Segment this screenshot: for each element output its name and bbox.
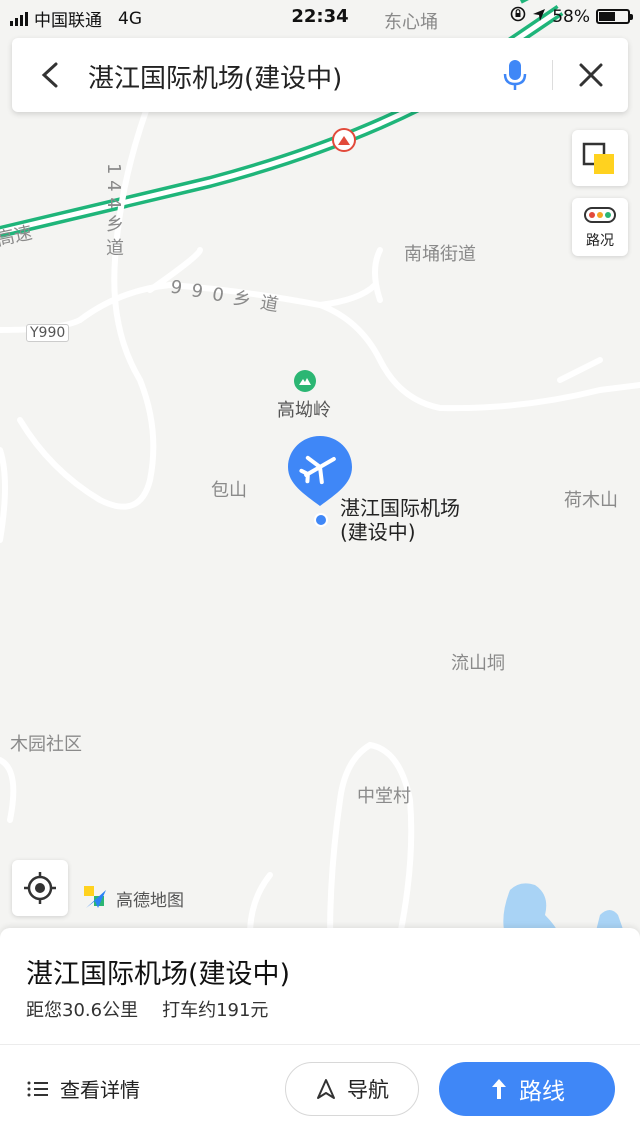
details-button[interactable]: 查看详情 [26,1074,140,1103]
my-location-button[interactable] [12,860,68,916]
voice-search-button[interactable] [500,56,530,94]
map-view[interactable]: 东心埇 1 4 4 乡 道 高速 南埇街道 9 9 0 乡 道 Y990 高坳岭… [0,0,640,935]
route-arrow-icon [492,1079,506,1099]
traffic-label: 路况 [586,233,614,249]
battery-percent: 58% [552,6,590,27]
map-label-gaoyouling[interactable]: 高坳岭 [277,396,331,422]
close-icon [579,63,603,87]
traffic-button[interactable]: 路况 [572,198,628,256]
search-bar[interactable]: 湛江国际机场(建设中) [12,38,628,112]
layers-icon [582,142,614,174]
amap-logo: 高德地图 [82,884,184,912]
route-label: 路线 [519,1079,565,1105]
map-label-zhongtang: 中堂村 [357,786,411,807]
map-label-liushandong: 流山垌 [451,653,505,674]
place-distance: 距您30.6公里 [26,1000,139,1021]
back-button[interactable] [32,56,70,94]
search-title[interactable]: 湛江国际机场(建设中) [88,58,342,95]
airport-label-line2: (建设中) [340,520,416,544]
map-label-baoshan: 包山 [211,480,247,501]
route-button[interactable]: 路线 [439,1062,615,1116]
place-name: 湛江国际机场(建设中) [26,959,291,990]
traffic-light-icon [584,207,616,223]
airport-label-line1: 湛江国际机场 [340,496,460,520]
chevron-left-icon [41,62,58,88]
place-taxi-fare: 打车约191元 [162,1000,269,1021]
map-label-muyuan: 木园社区 [10,734,82,755]
microphone-icon [503,60,527,90]
amap-brand-text: 高德地图 [116,890,184,911]
location-arrow-icon [532,7,546,27]
navigate-button[interactable]: 导航 [285,1062,419,1116]
orientation-lock-icon [510,6,526,27]
list-icon [27,1081,48,1096]
map-label-road-144: 1 4 4 乡 道 [103,163,124,257]
navigate-label: 导航 [347,1078,389,1102]
status-right: 58% [510,6,633,27]
map-label-hemushan: 荷木山 [564,490,618,511]
airport-label[interactable]: 湛江国际机场 (建设中) [340,496,460,544]
details-label: 查看详情 [60,1078,140,1102]
place-meta: 距您30.6公里 打车约191元 [26,996,268,1022]
airport-location-dot [314,513,328,527]
poi-mountain-icon[interactable] [294,370,316,392]
place-card[interactable]: 湛江国际机场(建设中) 距您30.6公里 打车约191元 查看详情 导航 路线 [0,928,640,1137]
amap-logo-icon [84,886,106,908]
status-bar: 中国联通 4G 22:34 58% [0,0,640,34]
navigation-arrow-icon [317,1079,335,1099]
layers-button[interactable] [572,130,628,186]
y990-text: Y990 [30,325,66,341]
construction-icon [332,128,356,152]
map-label-y990: Y990 [26,324,70,342]
search-divider [552,60,553,90]
crosshair-icon [24,872,56,904]
map-label-nanyong: 南埇街道 [404,244,476,265]
close-button[interactable] [572,56,610,94]
battery-icon [596,9,633,24]
card-divider [0,1044,640,1045]
